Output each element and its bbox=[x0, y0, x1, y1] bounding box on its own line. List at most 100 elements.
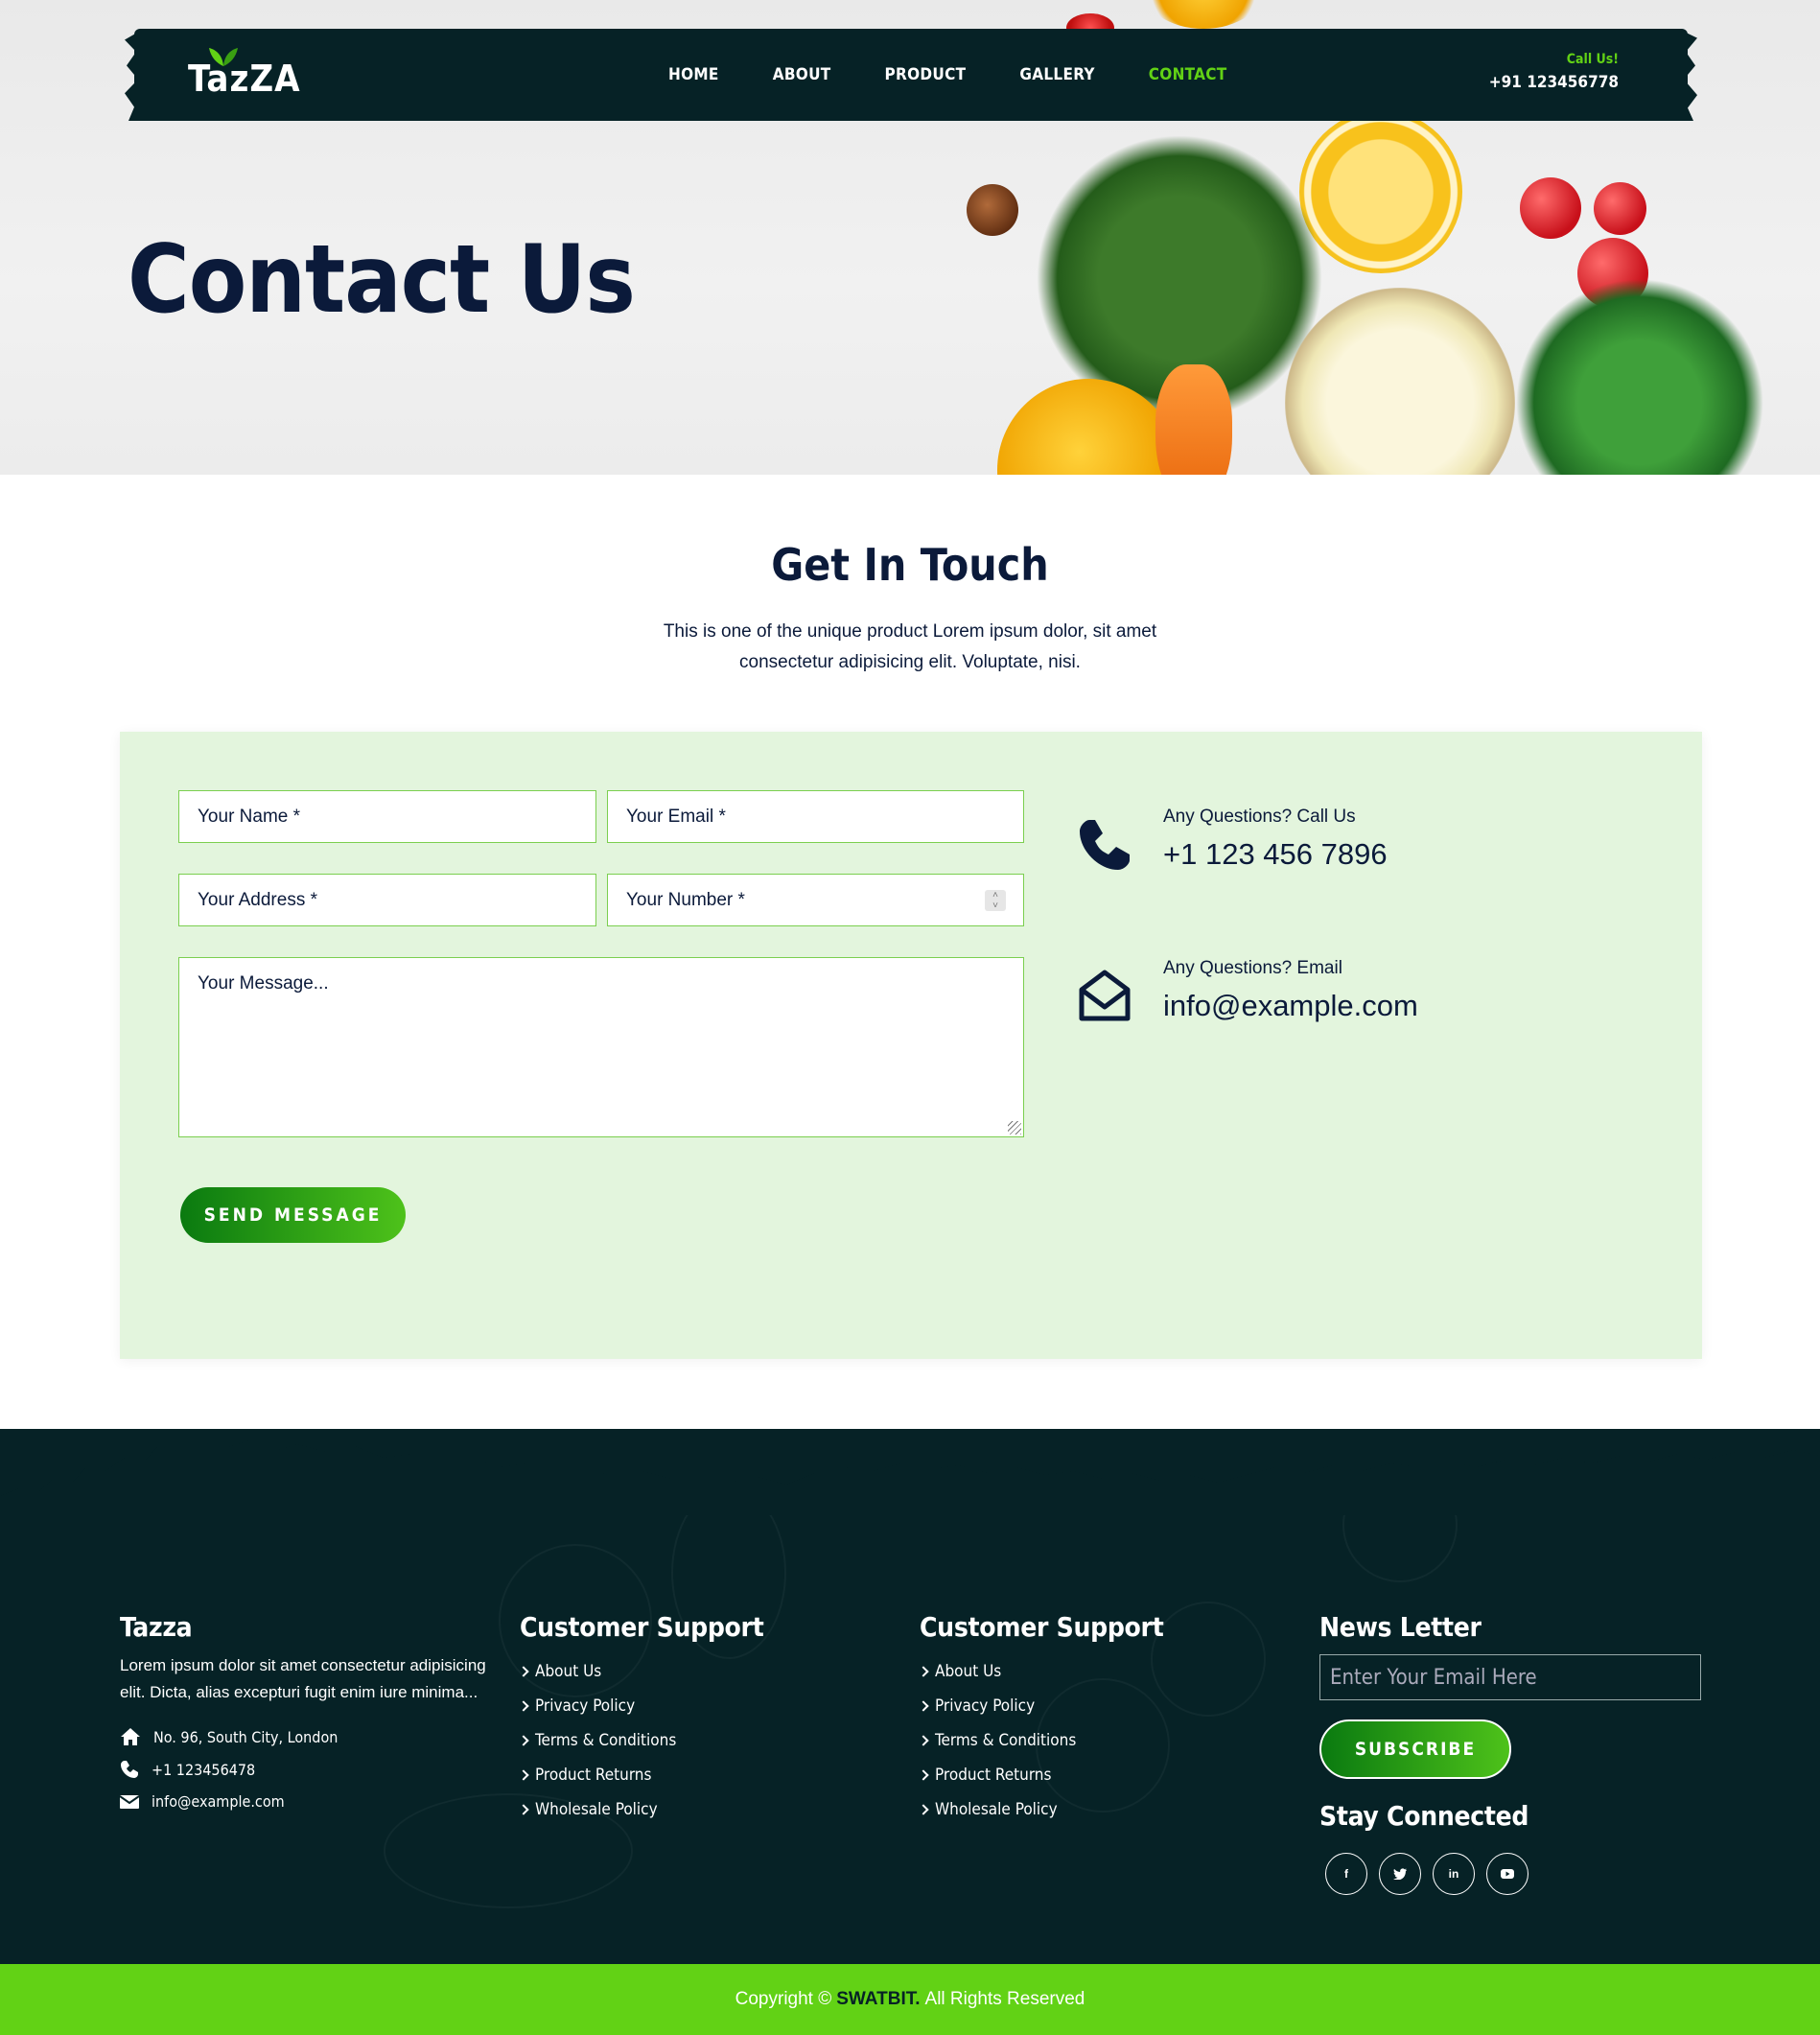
linkedin-icon[interactable]: in bbox=[1433, 1853, 1475, 1895]
youtube-icon[interactable] bbox=[1486, 1853, 1528, 1895]
pepper-top-image bbox=[1141, 0, 1266, 29]
copyright-suffix: All Rights Reserved bbox=[924, 1989, 1085, 2009]
subscribe-button[interactable]: SUBSCRIBE bbox=[1319, 1719, 1511, 1779]
newsletter-email-input[interactable]: Enter Your Email Here bbox=[1319, 1654, 1701, 1700]
footer-link-about[interactable]: About Us bbox=[918, 1654, 1163, 1689]
phone-icon bbox=[1080, 820, 1130, 870]
message-textarea[interactable]: Your Message... bbox=[178, 957, 1024, 1137]
lettuce-image bbox=[1515, 278, 1764, 475]
email-placeholder: Your Email * bbox=[626, 806, 726, 827]
torn-edge-decoration bbox=[0, 1440, 1820, 1515]
youtube-play-icon bbox=[1501, 1869, 1514, 1879]
footer-phone: +1 123456478 bbox=[120, 1760, 503, 1779]
footer-link-privacy[interactable]: Privacy Policy bbox=[518, 1689, 763, 1723]
link-label: Terms & Conditions bbox=[935, 1731, 1077, 1750]
footer-support-1: Customer Support About Us Privacy Policy… bbox=[518, 1611, 764, 1827]
footer-link-wholesale[interactable]: Wholesale Policy bbox=[918, 1792, 1163, 1827]
envelope-icon bbox=[120, 1794, 139, 1809]
footer-phone-text[interactable]: +1 123456478 bbox=[152, 1761, 255, 1779]
name-input[interactable]: Your Name * bbox=[178, 790, 596, 843]
address-input[interactable]: Your Address * bbox=[178, 874, 596, 926]
link-label: Product Returns bbox=[535, 1766, 652, 1785]
envelope-open-icon bbox=[1079, 970, 1131, 1021]
footer-email-text[interactable]: info@example.com bbox=[152, 1792, 285, 1811]
contact-panel: Your Name * Your Email * Your Address * … bbox=[120, 732, 1702, 1359]
email-label: Any Questions? Email bbox=[1163, 958, 1342, 978]
footer-about-title: Tazza bbox=[120, 1611, 193, 1643]
nav-gallery[interactable]: GALLERY bbox=[1019, 65, 1094, 84]
footer-link-terms[interactable]: Terms & Conditions bbox=[518, 1723, 763, 1758]
call-us: Call Us! +91 123456778 bbox=[1489, 52, 1619, 92]
footer-newsletter: News Letter Enter Your Email Here SUBSCR… bbox=[1319, 1611, 1701, 1895]
chevron-right-icon bbox=[918, 1769, 929, 1781]
chevron-right-icon bbox=[918, 1804, 929, 1815]
link-label: Privacy Policy bbox=[535, 1696, 636, 1716]
footer-link-returns[interactable]: Product Returns bbox=[518, 1758, 763, 1792]
email-value[interactable]: info@example.com bbox=[1163, 989, 1418, 1023]
facebook-icon[interactable]: f bbox=[1325, 1853, 1367, 1895]
footer-address-text: No. 96, South City, London bbox=[153, 1727, 338, 1746]
section-description: This is one of the unique product Lorem … bbox=[663, 621, 1157, 672]
navbar: TazZA HOME ABOUT PRODUCT GALLERY CONTACT… bbox=[134, 29, 1688, 121]
number-input[interactable]: Your Number * ˄ ˅ bbox=[607, 874, 1024, 926]
nav-product[interactable]: PRODUCT bbox=[885, 65, 967, 84]
footer-support-title: Customer Support bbox=[920, 1611, 1164, 1643]
chevron-right-icon bbox=[518, 1700, 529, 1712]
chevron-right-icon bbox=[918, 1666, 929, 1677]
message-placeholder: Your Message... bbox=[198, 973, 329, 994]
footer-address: No. 96, South City, London bbox=[120, 1727, 503, 1746]
tomato-image bbox=[1520, 177, 1581, 239]
newsletter-title: News Letter bbox=[1319, 1611, 1482, 1643]
chevron-right-icon bbox=[918, 1700, 929, 1712]
chevron-right-icon bbox=[518, 1735, 529, 1746]
link-label: About Us bbox=[535, 1662, 602, 1681]
nav-about[interactable]: ABOUT bbox=[773, 65, 831, 84]
link-label: Wholesale Policy bbox=[935, 1800, 1058, 1819]
footer-link-wholesale[interactable]: Wholesale Policy bbox=[518, 1792, 763, 1827]
email-input[interactable]: Your Email * bbox=[607, 790, 1024, 843]
hazelnut-image bbox=[967, 184, 1018, 236]
link-label: Terms & Conditions bbox=[535, 1731, 677, 1750]
footer-support-title: Customer Support bbox=[520, 1611, 764, 1643]
send-message-button[interactable]: SEND MESSAGE bbox=[180, 1187, 406, 1243]
copyright-prefix: Copyright © bbox=[735, 1989, 832, 2009]
logo[interactable]: TazZA bbox=[188, 58, 301, 100]
footer-link-returns[interactable]: Product Returns bbox=[918, 1758, 1163, 1792]
footer-support-2: Customer Support About Us Privacy Policy… bbox=[918, 1611, 1164, 1827]
call-number[interactable]: +91 123456778 bbox=[1489, 73, 1619, 92]
footer-about-text: Lorem ipsum dolor sit amet consectetur a… bbox=[120, 1656, 486, 1701]
chevron-right-icon bbox=[518, 1804, 529, 1815]
link-label: About Us bbox=[935, 1662, 1002, 1681]
twitter-icon[interactable] bbox=[1379, 1853, 1421, 1895]
twitter-bird-icon bbox=[1393, 1868, 1407, 1880]
nav-contact[interactable]: CONTACT bbox=[1149, 65, 1227, 84]
newsletter-placeholder: Enter Your Email Here bbox=[1330, 1665, 1537, 1690]
phone-value[interactable]: +1 123 456 7896 bbox=[1163, 837, 1388, 872]
footer-support-links: About Us Privacy Policy Terms & Conditio… bbox=[918, 1654, 1163, 1827]
nav-home[interactable]: HOME bbox=[668, 65, 719, 84]
link-label: Wholesale Policy bbox=[535, 1800, 658, 1819]
footer-about: Tazza Lorem ipsum dolor sit amet consect… bbox=[120, 1611, 503, 1811]
section-title: Get In Touch bbox=[771, 539, 1049, 591]
phone-icon bbox=[121, 1761, 138, 1778]
copyright-brand[interactable]: SWATBIT. bbox=[836, 1989, 920, 2010]
footer-link-terms[interactable]: Terms & Conditions bbox=[918, 1723, 1163, 1758]
phone-label: Any Questions? Call Us bbox=[1163, 807, 1356, 827]
lemon-image bbox=[1299, 110, 1462, 273]
cauliflower-image bbox=[1285, 288, 1515, 475]
resize-handle[interactable] bbox=[1008, 1121, 1021, 1134]
footer-email: info@example.com bbox=[120, 1792, 503, 1811]
tomato-image bbox=[1594, 182, 1646, 235]
footer-support-links: About Us Privacy Policy Terms & Conditio… bbox=[518, 1654, 763, 1827]
link-label: Product Returns bbox=[935, 1766, 1052, 1785]
footer-link-privacy[interactable]: Privacy Policy bbox=[918, 1689, 1163, 1723]
chevron-right-icon bbox=[518, 1769, 529, 1781]
social-links: f in bbox=[1325, 1853, 1701, 1895]
number-placeholder: Your Number * bbox=[626, 889, 745, 910]
doodle-decoration bbox=[1151, 1602, 1266, 1717]
number-spinner[interactable]: ˄ ˅ bbox=[985, 890, 1006, 911]
carrot-image bbox=[1155, 364, 1232, 475]
copyright-bar: Copyright © SWATBIT. All Rights Reserved bbox=[0, 1964, 1820, 2035]
page-title: Contact Us bbox=[128, 225, 636, 335]
footer-link-about[interactable]: About Us bbox=[518, 1654, 763, 1689]
